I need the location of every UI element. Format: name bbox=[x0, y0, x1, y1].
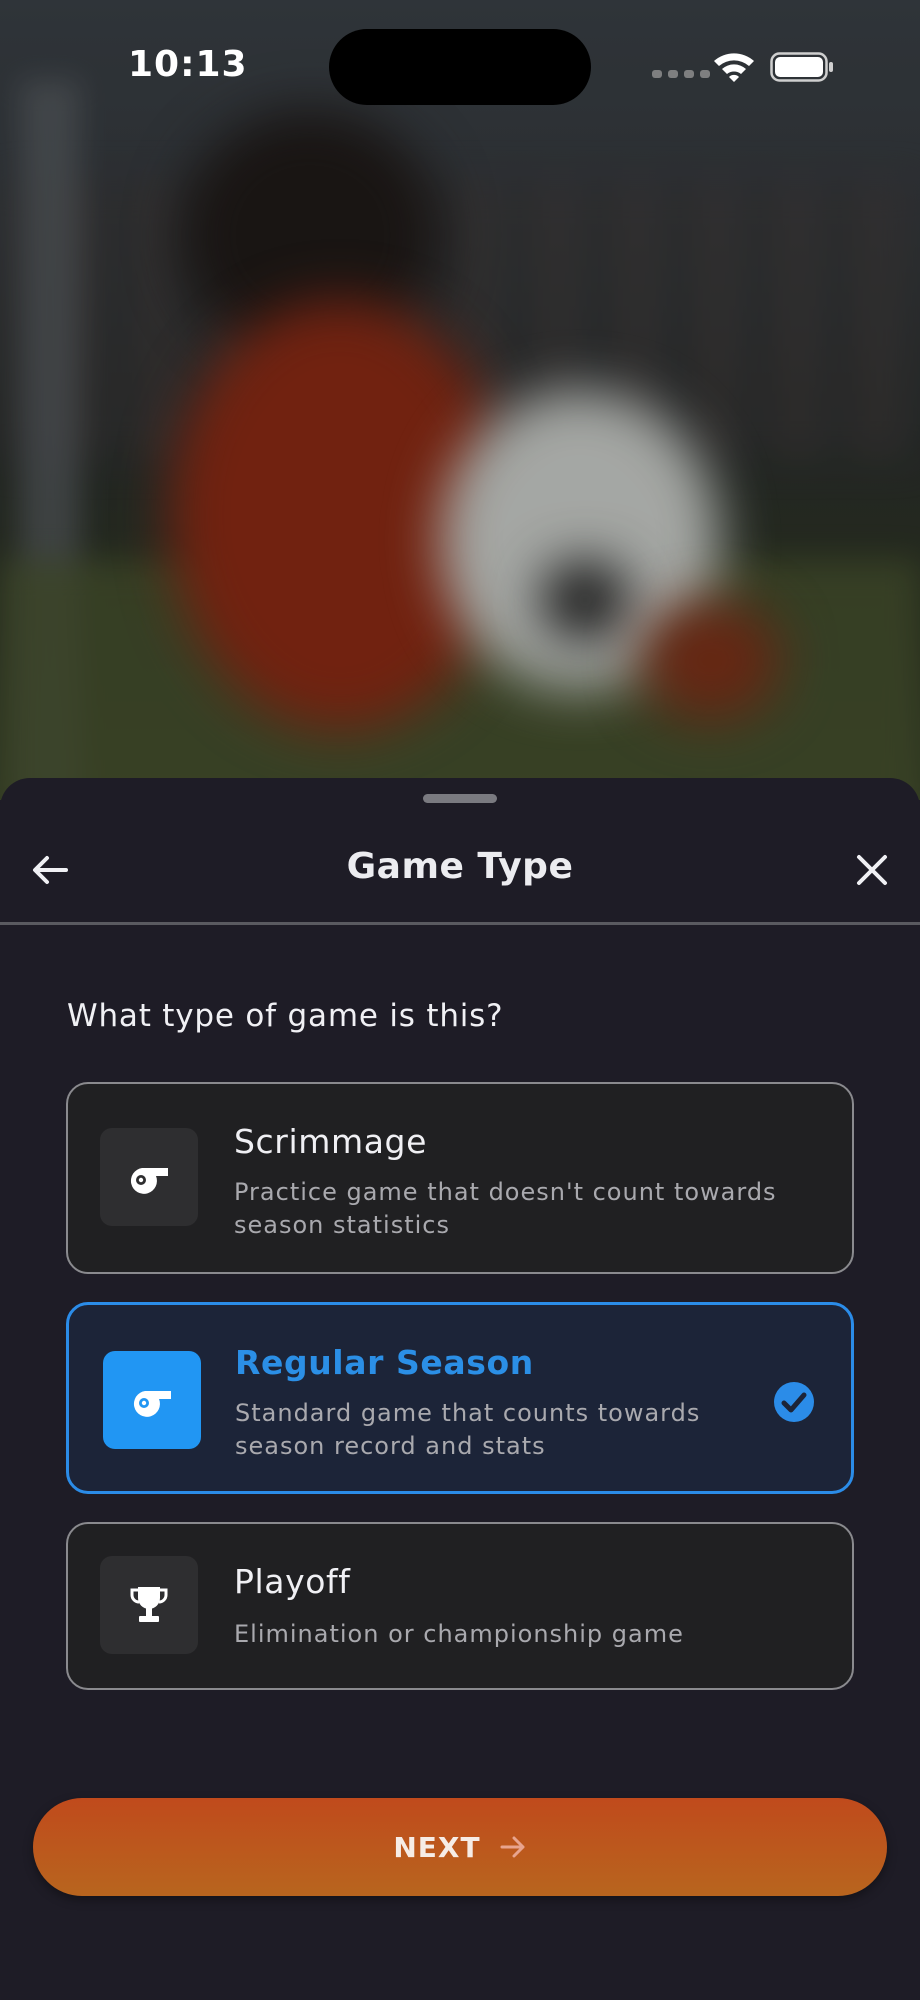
whistle-icon bbox=[103, 1351, 201, 1449]
battery-icon bbox=[770, 52, 833, 82]
option-description: Elimination or championship game bbox=[234, 1620, 684, 1648]
sheet-header: Game Type bbox=[0, 818, 920, 922]
trophy-icon bbox=[100, 1556, 198, 1654]
dynamic-island bbox=[329, 29, 591, 105]
arrow-right-icon bbox=[500, 1836, 525, 1858]
option-regular-season[interactable]: Regular Season Standard game that counts… bbox=[66, 1302, 854, 1494]
next-button-label: NEXT bbox=[393, 1830, 481, 1864]
game-type-sheet: Game Type What type of game is this? Scr… bbox=[0, 778, 920, 2000]
close-button[interactable] bbox=[850, 848, 894, 892]
status-time: 10:13 bbox=[128, 44, 248, 85]
option-playoff[interactable]: Playoff Elimination or championship game bbox=[66, 1522, 854, 1690]
next-button[interactable]: NEXT bbox=[33, 1798, 887, 1896]
option-scrimmage[interactable]: Scrimmage Practice game that doesn't cou… bbox=[66, 1082, 854, 1274]
option-title: Scrimmage bbox=[234, 1122, 427, 1161]
option-description: Practice game that doesn't count towards… bbox=[234, 1178, 777, 1239]
wifi-icon bbox=[714, 53, 754, 82]
status-bar: 10:13 bbox=[0, 0, 920, 140]
option-description: Standard game that counts towards season… bbox=[235, 1399, 701, 1460]
question-label: What type of game is this? bbox=[67, 998, 504, 1034]
option-title: Regular Season bbox=[235, 1343, 534, 1382]
sheet-title: Game Type bbox=[346, 846, 574, 887]
cellular-signal-icon bbox=[652, 70, 710, 78]
sheet-grabber[interactable] bbox=[423, 794, 497, 803]
header-divider bbox=[0, 922, 920, 925]
checkmark-icon bbox=[774, 1382, 814, 1422]
option-title: Playoff bbox=[234, 1562, 351, 1601]
whistle-icon bbox=[100, 1128, 198, 1226]
